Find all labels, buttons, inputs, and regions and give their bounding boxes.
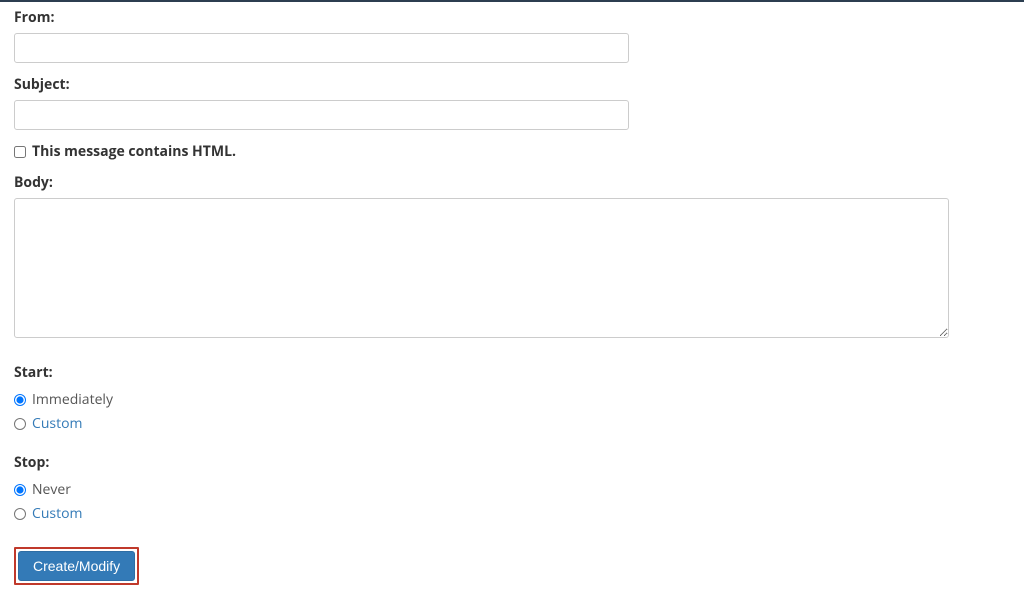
from-group: From: bbox=[14, 8, 1010, 63]
stop-custom-label[interactable]: Custom bbox=[32, 504, 82, 523]
stop-label: Stop: bbox=[14, 453, 1010, 472]
subject-input[interactable] bbox=[14, 100, 629, 130]
body-group: Body: bbox=[14, 173, 1010, 343]
start-custom-radio[interactable] bbox=[14, 418, 26, 430]
body-textarea[interactable] bbox=[14, 198, 949, 338]
start-custom-label[interactable]: Custom bbox=[32, 414, 82, 433]
start-group: Start: Immediately Custom bbox=[14, 363, 1010, 433]
autoresponder-form: From: Subject: This message contains HTM… bbox=[0, 2, 1024, 599]
subject-label: Subject: bbox=[14, 75, 1010, 94]
stop-radio-group: Never Custom bbox=[14, 480, 1010, 523]
start-immediately-radio[interactable] bbox=[14, 394, 26, 406]
html-checkbox-row: This message contains HTML. bbox=[14, 142, 1010, 161]
html-checkbox-label: This message contains HTML. bbox=[32, 142, 236, 161]
stop-custom-row: Custom bbox=[14, 504, 1010, 523]
start-label: Start: bbox=[14, 363, 1010, 382]
start-immediately-label: Immediately bbox=[32, 390, 113, 409]
submit-highlight-box: Create/Modify bbox=[14, 547, 139, 585]
subject-group: Subject: bbox=[14, 75, 1010, 130]
html-checkbox[interactable] bbox=[14, 146, 26, 158]
from-label: From: bbox=[14, 8, 1010, 27]
from-input[interactable] bbox=[14, 33, 629, 63]
stop-custom-radio[interactable] bbox=[14, 508, 26, 520]
stop-never-radio[interactable] bbox=[14, 484, 26, 496]
start-radio-group: Immediately Custom bbox=[14, 390, 1010, 433]
create-modify-button[interactable]: Create/Modify bbox=[18, 551, 135, 581]
start-custom-row: Custom bbox=[14, 414, 1010, 433]
stop-never-label: Never bbox=[32, 480, 71, 499]
start-immediately-row: Immediately bbox=[14, 390, 1010, 409]
body-label: Body: bbox=[14, 173, 1010, 192]
stop-never-row: Never bbox=[14, 480, 1010, 499]
stop-group: Stop: Never Custom bbox=[14, 453, 1010, 523]
